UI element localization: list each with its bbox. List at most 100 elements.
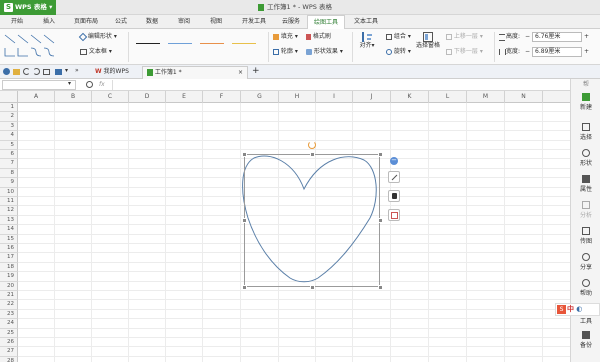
line-style-gallery[interactable] (134, 35, 264, 57)
row-header[interactable]: 3 (0, 121, 18, 132)
panel-item-select[interactable]: 选择 (571, 123, 600, 141)
bring-forward-button[interactable]: 上移一层 ▾ (446, 33, 483, 41)
selection-pane-button[interactable]: 选择窗格 (414, 32, 442, 50)
name-box-dropdown-icon[interactable]: ▾ (68, 80, 71, 87)
row-header[interactable]: 9 (0, 178, 18, 188)
my-wps-tab[interactable]: W 我的WPS (93, 66, 129, 79)
align-button[interactable]: 对齐▾ (358, 32, 376, 50)
resize-handle[interactable] (242, 152, 247, 157)
name-box[interactable] (2, 80, 76, 90)
row-header[interactable]: 13 (0, 215, 18, 226)
tab-developer[interactable]: 开发工具 (234, 15, 274, 29)
shape-style-button[interactable] (388, 171, 400, 183)
tab-data[interactable]: 数据 (138, 15, 166, 29)
format-painter-button[interactable]: 格式刷 (306, 33, 331, 41)
resize-handle[interactable] (378, 285, 383, 290)
zoom-icon[interactable] (86, 81, 93, 88)
row-header[interactable]: 26 (0, 338, 18, 348)
spreadsheet-grid[interactable]: A B C D E F G H I J K L M N 1 2 3 4 5 6 7 8 9 10 1… (0, 91, 570, 362)
shape-outline-button[interactable] (388, 209, 400, 221)
column-header[interactable]: H (279, 91, 316, 103)
send-backward-button[interactable]: 下移一层 ▾ (446, 48, 483, 56)
redo-icon[interactable] (33, 68, 40, 75)
column-header[interactable]: F (203, 91, 241, 103)
column-header[interactable]: E (166, 91, 203, 103)
row-header[interactable]: 28 (0, 356, 18, 362)
row-header[interactable]: 27 (0, 347, 18, 357)
width-decrement-button[interactable]: − (525, 48, 530, 56)
row-header[interactable]: 19 (0, 272, 18, 282)
panel-item-analyze[interactable]: 分析 (571, 201, 600, 219)
row-header[interactable]: 1 (0, 103, 18, 113)
line-style-2[interactable] (168, 43, 192, 44)
undo-icon[interactable] (23, 68, 30, 75)
app-menu-button[interactable]: S WPS 表格 ▾ (0, 0, 56, 15)
tab-cloud[interactable]: 云服务 (275, 15, 307, 29)
resize-handle[interactable] (310, 152, 315, 157)
row-header[interactable]: 24 (0, 319, 18, 329)
row-header[interactable]: 20 (0, 281, 18, 291)
column-header[interactable]: D (129, 91, 166, 103)
text-box-button[interactable]: 文本框 ▾ (80, 48, 112, 56)
fx-button[interactable]: fx (99, 79, 105, 90)
save-icon[interactable] (55, 69, 62, 75)
resize-handle[interactable] (242, 218, 247, 223)
tab-review[interactable]: 审阅 (170, 15, 198, 29)
panel-item-backup[interactable]: 备份 (571, 331, 600, 349)
column-header[interactable]: M (467, 91, 505, 103)
fill-button[interactable]: 填充 ▾ (273, 33, 298, 41)
row-header[interactable]: 14 (0, 225, 18, 235)
select-all-corner[interactable] (0, 91, 18, 103)
width-input[interactable]: 6.89厘米 (532, 47, 582, 57)
row-header[interactable]: 5 (0, 140, 18, 150)
line-style-1[interactable] (136, 43, 160, 44)
panel-item-property[interactable]: 属性 (571, 175, 600, 193)
resize-handle[interactable] (378, 152, 383, 157)
open-icon[interactable] (13, 69, 20, 75)
workbook-tab[interactable]: 工作簿1 * × (142, 66, 248, 79)
row-header[interactable]: 22 (0, 300, 18, 310)
height-increment-button[interactable]: + (584, 33, 589, 41)
tab-view[interactable]: 视图 (202, 15, 230, 29)
tab-home[interactable]: 开始 (2, 15, 32, 29)
row-header[interactable]: 7 (0, 159, 18, 169)
row-header[interactable]: 16 (0, 244, 18, 254)
column-header[interactable]: L (429, 91, 467, 103)
row-header[interactable]: 2 (0, 112, 18, 122)
more-icon[interactable]: » (75, 67, 79, 74)
panel-item-shape[interactable]: 形状 (571, 149, 600, 167)
column-header[interactable]: K (391, 91, 429, 103)
height-input[interactable]: 6.76厘米 (532, 32, 582, 42)
panel-help-tab[interactable]: 帮 (571, 79, 600, 88)
column-header[interactable]: I (316, 91, 353, 103)
group-button[interactable]: 组合 ▾ (386, 33, 411, 41)
shape-gallery[interactable] (3, 33, 63, 59)
rotate-button[interactable]: 旋转 ▾ (386, 48, 411, 56)
panel-item-help[interactable]: 帮助 (571, 279, 600, 297)
row-header[interactable]: 18 (0, 262, 18, 273)
shape-fill-button[interactable] (388, 190, 400, 202)
height-decrement-button[interactable]: − (525, 33, 530, 41)
row-header[interactable]: 15 (0, 234, 18, 244)
outline-button[interactable]: 轮廓 ▾ (273, 48, 298, 56)
resize-handle[interactable] (378, 218, 383, 223)
column-header[interactable]: C (92, 91, 129, 103)
row-header[interactable]: 21 (0, 291, 18, 301)
close-tab-icon[interactable]: × (238, 67, 243, 79)
line-style-3[interactable] (200, 43, 224, 44)
row-header[interactable]: 23 (0, 309, 18, 320)
row-header[interactable]: 11 (0, 197, 18, 207)
column-header[interactable]: J (353, 91, 391, 103)
width-increment-button[interactable]: + (584, 48, 589, 56)
column-header[interactable]: N (505, 91, 543, 103)
row-header[interactable]: 8 (0, 168, 18, 179)
line-style-4[interactable] (232, 43, 256, 44)
tab-text-tools[interactable]: 文本工具 (347, 15, 385, 29)
resize-handle[interactable] (242, 285, 247, 290)
panel-item-new[interactable]: 新建 (571, 93, 600, 111)
wps-home-icon[interactable] (3, 68, 10, 75)
tab-formulas[interactable]: 公式 (108, 15, 134, 29)
column-header[interactable]: B (55, 91, 92, 103)
row-header[interactable]: 17 (0, 253, 18, 263)
row-header[interactable]: 4 (0, 131, 18, 141)
